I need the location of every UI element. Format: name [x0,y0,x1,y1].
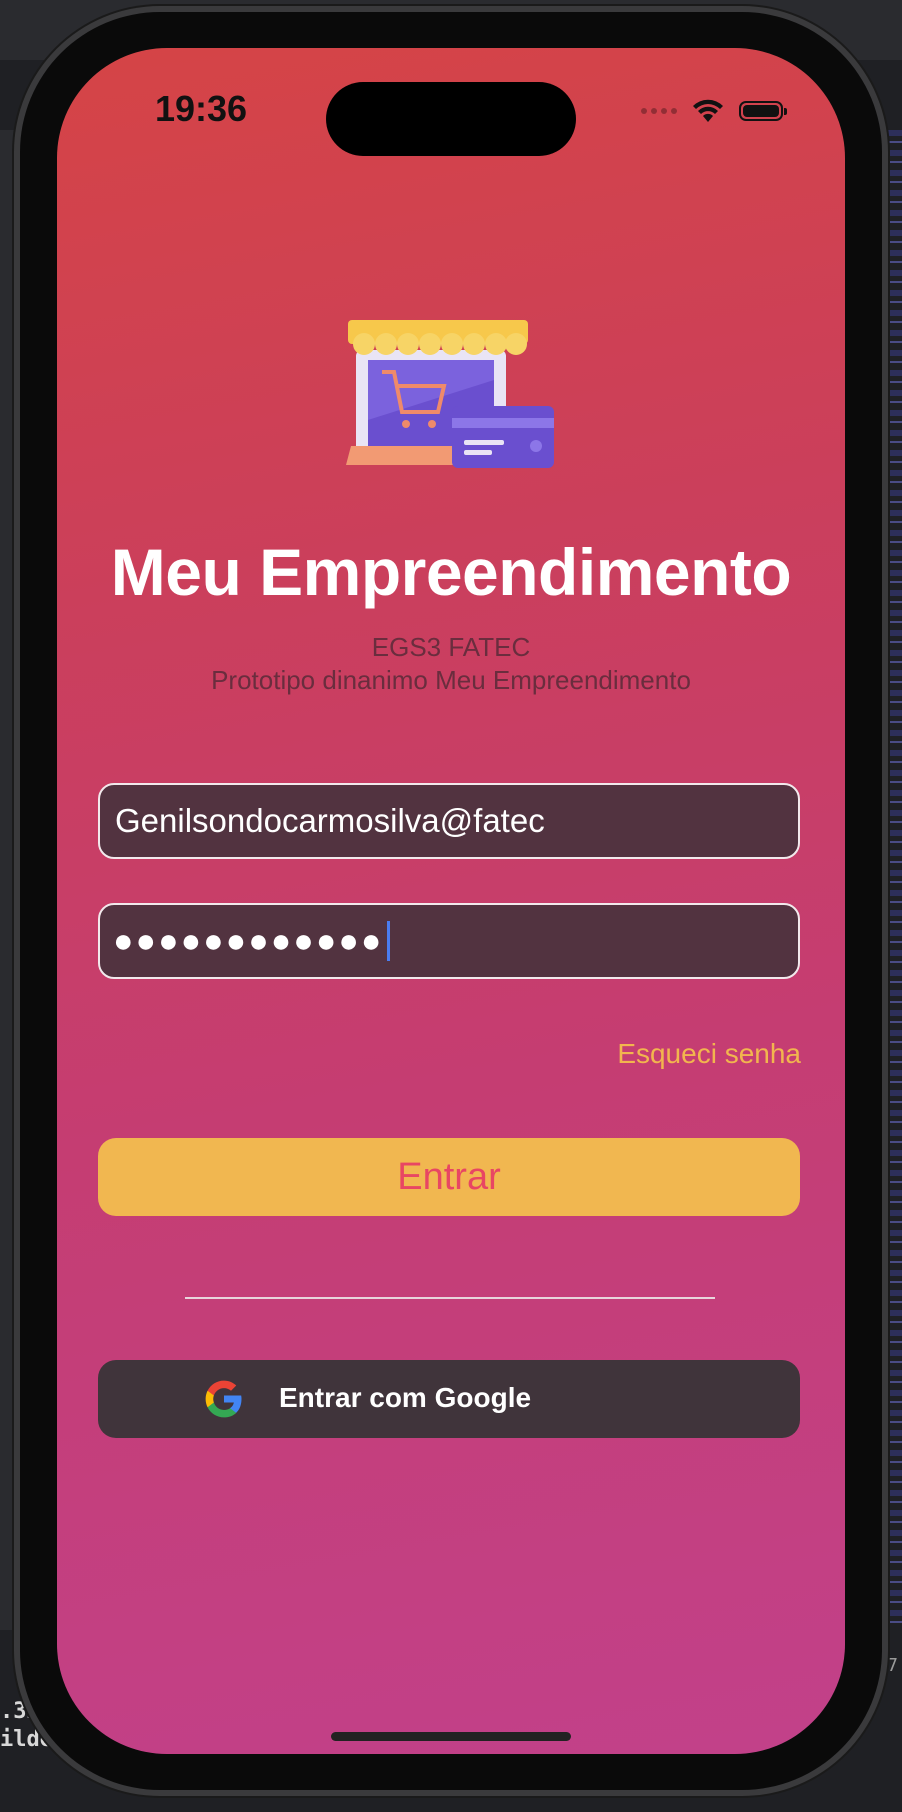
home-indicator[interactable] [331,1732,571,1741]
google-signin-label: Entrar com Google [279,1382,532,1413]
password-mask: ●●●●●●●●●●●● [113,921,384,960]
status-icons [641,98,787,124]
app-description: Prototipo dinanimo Meu Empreendimento [211,665,691,695]
status-time: 19:36 [155,88,248,129]
text-caret [387,921,391,961]
forgot-password-link[interactable]: Esqueci senha [617,1038,801,1070]
iphone-simulator-frame: 19:36 Meu Empreendimento EGS3 FATEC Prot… [20,12,882,1790]
email-field[interactable] [98,783,800,859]
divider [185,1297,715,1299]
google-icon [205,1380,242,1418]
xcode-minimap [884,130,902,1630]
password-input[interactable]: ●●●●●●●●●●●● [113,921,391,961]
dynamic-island [326,82,576,156]
cellular-signal-icon [641,108,677,114]
password-field[interactable]: ●●●●●●●●●●●● [98,903,800,979]
app-subtitle: EGS3 FATEC [371,632,531,662]
xcode-left-panel [0,130,14,1630]
store-logo-icon [346,320,554,468]
wifi-icon [693,99,723,122]
login-button[interactable]: Entrar [98,1138,800,1216]
email-input[interactable] [113,801,798,841]
google-signin-button[interactable]: Entrar com Google [98,1360,800,1438]
app-title: Meu Empreendimento [110,535,792,609]
battery-icon [739,101,787,121]
app-screen: 19:36 Meu Empreendimento EGS3 FATEC Prot… [57,48,845,1754]
